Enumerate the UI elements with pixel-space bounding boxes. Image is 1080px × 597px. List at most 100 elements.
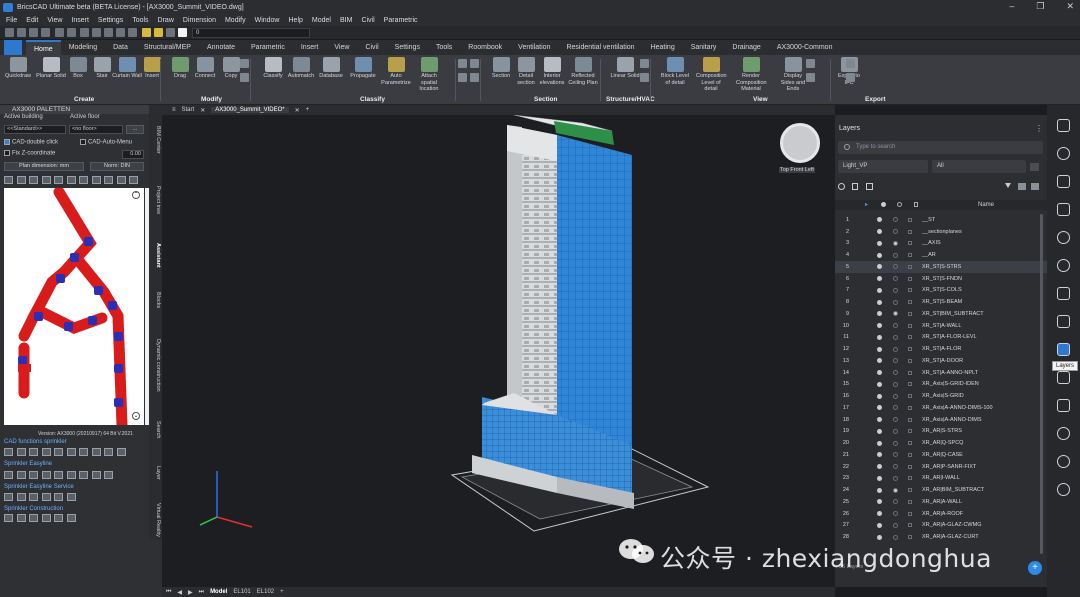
lightbulb-icon[interactable]: [877, 240, 882, 246]
ribbon-block-level-of-detail-button[interactable]: Block Level of detail: [660, 57, 690, 86]
lightbulb-icon[interactable]: [142, 28, 151, 37]
ribbon-quickdraw-button[interactable]: Quickdraw: [3, 57, 33, 80]
lightbulb-icon[interactable]: [877, 217, 882, 223]
ribbon-render-composition-material-button[interactable]: Render Composition Material: [736, 57, 767, 93]
ribbon-database-button[interactable]: Database: [316, 57, 346, 80]
palette-tool-icon[interactable]: [116, 176, 126, 184]
lightbulb-icon[interactable]: [877, 522, 882, 528]
sun-icon[interactable]: [893, 452, 898, 458]
layer-states-icon[interactable]: [1018, 183, 1026, 190]
sprinkler-tool-icon[interactable]: [79, 471, 88, 479]
sun-icon[interactable]: [893, 358, 898, 364]
layer-row[interactable]: 14 XR_ST|A-ANNO-NPLT: [835, 367, 1047, 379]
layer-manager-icon[interactable]: [1031, 183, 1039, 190]
lock-icon[interactable]: [908, 217, 912, 222]
match-properties-icon[interactable]: [80, 28, 89, 37]
sun-icon[interactable]: [893, 217, 898, 223]
frozen-snowflake-icon[interactable]: [893, 487, 898, 493]
sun-icon[interactable]: [893, 428, 898, 434]
layer-row[interactable]: 9 XR_ST|BIM_SUBTRACT: [835, 308, 1047, 320]
palette-tool-icon[interactable]: [4, 176, 13, 184]
beam-icon[interactable]: [1057, 315, 1070, 328]
sprinkler-tool-icon[interactable]: [29, 493, 38, 501]
menu-file[interactable]: File: [6, 17, 17, 24]
print-icon[interactable]: [41, 28, 50, 37]
lightbulb-icon[interactable]: [877, 311, 882, 317]
ribbon-automatch-button[interactable]: Automatch: [286, 57, 316, 80]
layer-row[interactable]: 12 XR_ST|A-FLOR: [835, 343, 1047, 355]
tool-icon[interactable]: [470, 73, 479, 82]
ribbon-reflected-ceiling-plan-button[interactable]: Reflected Ceiling Plan: [568, 57, 598, 86]
sprinkler-tool-icon[interactable]: [66, 514, 76, 522]
lightbulb-icon[interactable]: [877, 475, 882, 481]
layer-row[interactable]: 21 XR_AR|Q-CASE: [835, 449, 1047, 461]
new-icon[interactable]: [5, 28, 14, 37]
more-options-icon[interactable]: ⋮: [1035, 124, 1043, 133]
ribbon-linear-solid-button[interactable]: Linear Solid: [610, 57, 640, 80]
sprinkler-tool-icon[interactable]: [104, 471, 113, 479]
grid-icon[interactable]: [1057, 399, 1070, 412]
lock-icon[interactable]: [908, 288, 912, 293]
close-button[interactable]: ✕: [1066, 1, 1074, 12]
ribbon-classify-button[interactable]: Classify: [258, 57, 288, 80]
layer-row[interactable]: 11 XR_ST|A-FLOR-LEVL: [835, 332, 1047, 344]
layout-tab-el102[interactable]: EL102: [257, 589, 274, 595]
layer-filter-select[interactable]: Light_VP: [838, 160, 928, 173]
lock-icon[interactable]: [908, 323, 912, 328]
lightbulb-icon[interactable]: [877, 511, 882, 517]
tab-view[interactable]: View: [326, 40, 357, 55]
nav-last-icon[interactable]: ⏭: [199, 589, 204, 596]
current-layer-combo[interactable]: 0: [192, 28, 310, 38]
layer-row[interactable]: 27 XR_AR|A-GLAZ-CWMG: [835, 520, 1047, 532]
layer-row[interactable]: 8 XR_ST|S-BEAM: [835, 296, 1047, 308]
palette-tool-icon[interactable]: [79, 176, 88, 184]
building-select[interactable]: <<Standard>>: [4, 125, 66, 134]
properties-icon[interactable]: [1057, 119, 1070, 132]
tool-icon[interactable]: [240, 73, 249, 82]
tool-icon[interactable]: [458, 59, 467, 68]
sun-icon[interactable]: [893, 464, 898, 470]
collapse-up-icon[interactable]: ⌃: [132, 191, 140, 199]
layer-row[interactable]: 17 XR_Axis|A-ANNO-DIMS-100: [835, 402, 1047, 414]
lock-icon[interactable]: [908, 476, 912, 481]
layer-row[interactable]: 3 __AXIS: [835, 238, 1047, 250]
menu-dimension[interactable]: Dimension: [183, 17, 216, 24]
sun-icon[interactable]: [893, 381, 898, 387]
close-tab-icon[interactable]: ✕: [200, 107, 205, 114]
section-sprinkler-service[interactable]: Sprinkler Easyline Service: [4, 484, 74, 490]
menu-model[interactable]: Model: [312, 17, 331, 24]
add-layout-button[interactable]: +: [280, 589, 284, 595]
sprinkler-tool-icon[interactable]: [29, 514, 38, 522]
sprinkler-tool-icon[interactable]: [4, 493, 13, 501]
ribbon-propagate-button[interactable]: Propagate: [348, 57, 378, 80]
sprinkler-tool-icon[interactable]: [116, 448, 126, 456]
tab-sanitary[interactable]: Sanitary: [683, 40, 725, 55]
lock-icon[interactable]: [908, 441, 912, 446]
layer-state-icon[interactable]: [104, 28, 113, 37]
palette-tool-icon[interactable]: [16, 176, 26, 184]
cube-icon[interactable]: [1057, 371, 1070, 384]
sprinkler-tool-icon[interactable]: [4, 448, 13, 456]
ribbon-attach-spatial-location-button[interactable]: Attach spatial location: [414, 57, 444, 93]
merge-layer-icon[interactable]: [866, 183, 873, 190]
section-cad-functions[interactable]: CAD functions sprinkler: [4, 439, 67, 445]
sun-icon[interactable]: [893, 323, 898, 329]
layer-filter-all-select[interactable]: All: [932, 160, 1026, 173]
lock-icon[interactable]: [908, 511, 912, 516]
spiral-icon[interactable]: [1057, 259, 1070, 272]
sprinkler-tool-icon[interactable]: [16, 471, 26, 479]
tab-structural-mep[interactable]: Structural/MEP: [136, 40, 199, 55]
sprinkler-tool-icon[interactable]: [91, 448, 101, 456]
lightbulb-icon[interactable]: [877, 229, 882, 235]
ribbon-display-sides-and-ends-button[interactable]: Display Sides and Ends: [778, 57, 808, 93]
lightbulb-icon[interactable]: [877, 417, 882, 423]
tab-roombook[interactable]: Roombook: [460, 40, 510, 55]
lock-icon[interactable]: [908, 405, 912, 410]
lock-icon[interactable]: [908, 488, 912, 493]
lock-icon[interactable]: [908, 300, 912, 305]
palette-tool-icon[interactable]: [91, 176, 101, 184]
start-tab[interactable]: Start: [182, 107, 195, 113]
tab-ax3000-common[interactable]: AX3000-Common: [769, 40, 841, 55]
tool-icon[interactable]: [806, 59, 815, 68]
lock-icon[interactable]: [908, 464, 912, 469]
